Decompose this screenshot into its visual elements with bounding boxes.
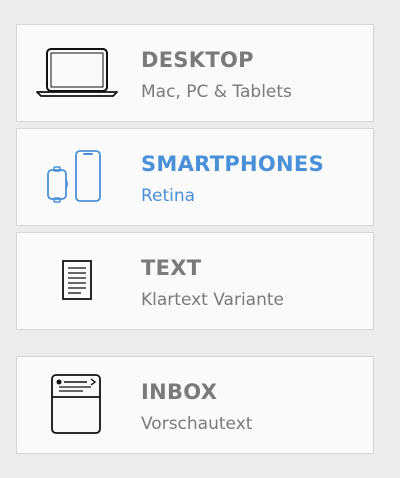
text-title: TEXT [141,256,202,280]
inbox-icon [17,357,137,453]
inbox-title: INBOX [141,380,218,404]
text-option[interactable]: TEXT Klartext Variante [16,232,374,330]
desktop-subtitle: Mac, PC & Tablets [141,82,292,102]
inbox-option[interactable]: INBOX Vorschautext [16,356,374,454]
document-icon [17,233,137,329]
desktop-option[interactable]: DESKTOP Mac, PC & Tablets [16,24,374,122]
laptop-icon [17,25,137,121]
desktop-title: DESKTOP [141,48,254,72]
phone-watch-icon [17,129,137,225]
smartphones-title: SMARTPHONES [141,152,324,176]
text-subtitle: Klartext Variante [141,290,284,310]
smartphones-subtitle: Retina [141,186,196,206]
inbox-subtitle: Vorschautext [141,414,253,434]
smartphones-option[interactable]: SMARTPHONES Retina [16,128,374,226]
